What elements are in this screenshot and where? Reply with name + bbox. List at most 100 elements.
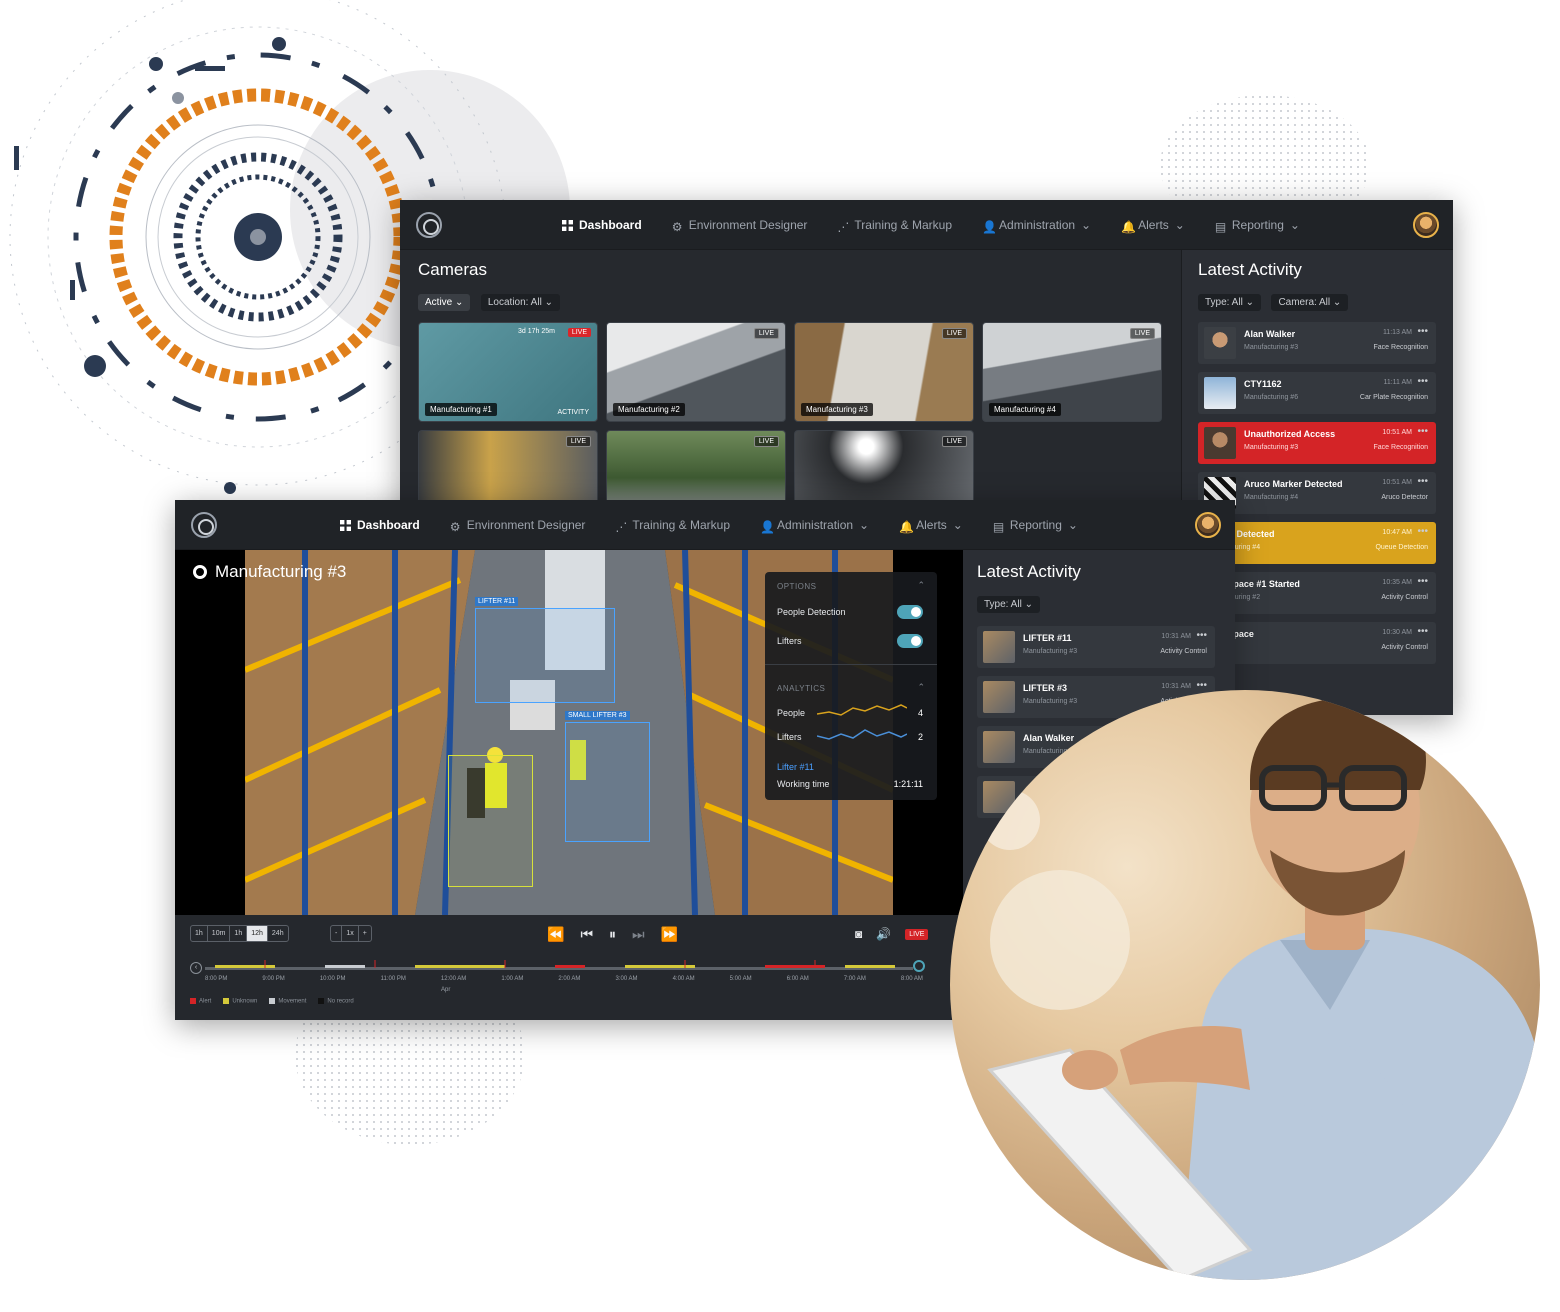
nav-environment-designer[interactable]: ⚙ Environment Designer	[450, 518, 586, 534]
live-badge: LIVE	[941, 328, 967, 339]
activity-thumbnail	[1204, 377, 1236, 409]
range-option[interactable]: 24h	[268, 926, 288, 941]
timeline-playhead[interactable]	[913, 960, 925, 972]
activity-time: 11:11 AM	[1383, 379, 1412, 386]
document-icon: ▤	[992, 519, 1005, 534]
activity-name: Alan Walker	[1023, 733, 1075, 743]
pause-icon[interactable]: ⏸	[609, 926, 616, 943]
activity-time: 10:30 AM	[1382, 629, 1412, 636]
people-detection-toggle[interactable]	[897, 605, 923, 619]
more-icon[interactable]: •••	[1417, 626, 1428, 637]
speed-down-button[interactable]: -	[331, 926, 343, 941]
video-player[interactable]: Manufacturing #3 LIFTER #11 SMALL LIFTER…	[175, 550, 963, 915]
speed-up-button[interactable]: +	[359, 926, 371, 941]
volume-icon[interactable]: 🔊	[876, 927, 891, 941]
fast-forward-icon[interactable]: ⏩	[661, 926, 678, 943]
people-detection-label: People Detection	[777, 607, 846, 617]
filter-type[interactable]: Type: All ⌄	[1198, 294, 1261, 311]
more-icon[interactable]: •••	[1196, 630, 1207, 641]
detection-box[interactable]: SMALL LIFTER #3	[565, 711, 650, 842]
skip-back-icon[interactable]: ⏮	[580, 926, 593, 943]
nav-label: Administration	[777, 518, 854, 532]
lifters-toggle[interactable]	[897, 634, 923, 648]
activity-item-alert[interactable]: Unauthorized Access Manufacturing #3 10:…	[1198, 422, 1436, 464]
live-button[interactable]: LIVE	[905, 928, 929, 940]
lifters-sparkline	[817, 729, 907, 740]
camera-tile[interactable]: LIVE	[418, 430, 598, 510]
collapse-icon[interactable]: ⌃	[917, 682, 925, 693]
activity-name: CTY1162	[1244, 379, 1282, 389]
more-icon[interactable]: •••	[1417, 326, 1428, 337]
camera-tile[interactable]: 3d 17h 25m LIVE Manufacturing #1 ACTIVIT…	[418, 322, 598, 422]
filter-type[interactable]: Type: All ⌄	[977, 596, 1040, 613]
grid-icon	[340, 519, 351, 531]
filter-camera[interactable]: Camera: All ⌄	[1271, 294, 1349, 311]
more-icon[interactable]: •••	[1417, 376, 1428, 387]
chevron-down-icon: ⌄	[952, 518, 963, 532]
nav-training-markup[interactable]: ⋰ Training & Markup	[837, 218, 952, 234]
timeline-ticks: 8:00 PM 9:00 PM 10:00 PM 11:00 PM 12:00 …	[205, 976, 923, 982]
nodes-icon: ⋰	[615, 519, 628, 534]
activity-item[interactable]: CTY1162 Manufacturing #6 11:11 AM ••• Ca…	[1198, 372, 1436, 414]
nav-dashboard[interactable]: Dashboard	[562, 218, 642, 232]
nav-dashboard[interactable]: Dashboard	[340, 518, 420, 532]
camera-tile[interactable]: LIVE Manufacturing #2	[606, 322, 786, 422]
person-detection-box[interactable]	[448, 755, 533, 887]
camera-tile[interactable]: LIVE Manufacturing #4	[982, 322, 1162, 422]
user-icon: 👤	[760, 519, 775, 534]
record-indicator-icon	[193, 565, 207, 579]
legend-alert: Alert	[190, 998, 211, 1005]
nav-reporting[interactable]: ▤ Reporting ⌄	[992, 518, 1078, 534]
nav-alerts[interactable]: 🔔 Alerts ⌄	[899, 518, 963, 534]
skip-forward-icon[interactable]: ⏭	[632, 926, 645, 943]
filter-active[interactable]: Active ⌄	[418, 294, 471, 311]
nav-administration[interactable]: 👤 Administration ⌄	[760, 518, 869, 534]
range-option[interactable]: 1h	[230, 926, 248, 941]
rewind-icon[interactable]: ⏪	[547, 926, 564, 943]
more-icon[interactable]: •••	[1417, 426, 1428, 437]
app-logo[interactable]	[191, 512, 217, 538]
nav-alerts[interactable]: 🔔 Alerts ⌄	[1121, 218, 1185, 234]
camera-tile[interactable]: LIVE Manufacturing #3	[794, 322, 974, 422]
chevron-down-icon: ⌄	[1174, 218, 1185, 232]
activity-item[interactable]: Alan Walker Manufacturing #3 11:13 AM ••…	[1198, 322, 1436, 364]
activity-camera: Manufacturing #3	[1244, 444, 1299, 451]
collapse-icon[interactable]: ⌃	[917, 580, 925, 591]
camera-label: Manufacturing #3	[801, 403, 873, 416]
activity-type: Car Plate Recognition	[1359, 394, 1428, 401]
nav-label: Environment Designer	[688, 218, 808, 232]
range-option[interactable]: 10m	[208, 926, 231, 941]
more-icon[interactable]: •••	[1417, 476, 1428, 487]
camera-tile[interactable]: LIVE	[606, 430, 786, 510]
range-option[interactable]: 1h	[191, 926, 208, 941]
nav-environment-designer[interactable]: ⚙ Environment Designer	[672, 218, 808, 234]
more-icon[interactable]: •••	[1417, 526, 1428, 537]
camera-snapshot-icon[interactable]: ◙	[855, 927, 862, 941]
app-logo[interactable]	[416, 212, 442, 238]
live-badge: LIVE	[1129, 328, 1155, 339]
live-badge: LIVE	[753, 328, 779, 339]
timeline-legend: Alert Unknown Movement No record	[190, 998, 354, 1005]
people-sparkline	[817, 704, 907, 716]
nav-administration[interactable]: 👤 Administration ⌄	[982, 218, 1091, 234]
more-icon[interactable]: •••	[1417, 576, 1428, 587]
detection-box[interactable]: LIFTER #11	[475, 597, 615, 703]
camera-tile[interactable]: LIVE	[794, 430, 974, 510]
filter-location[interactable]: Location: All ⌄	[480, 294, 560, 311]
activity-item[interactable]: LIFTER #11 Manufacturing #3 10:31 AM •••…	[977, 626, 1215, 668]
timeline-back-icon[interactable]: ‹	[190, 962, 202, 974]
nav-training-markup[interactable]: ⋰ Training & Markup	[615, 518, 730, 534]
user-avatar[interactable]	[1413, 212, 1439, 238]
time-range-selector: 1h 10m 1h 12h 24h	[190, 925, 289, 942]
nav-reporting[interactable]: ▤ Reporting ⌄	[1215, 218, 1300, 234]
latest-activity-title: Latest Activity	[1198, 260, 1302, 279]
nav-label: Reporting	[1231, 218, 1284, 232]
lifter-name[interactable]: Lifter #11	[777, 762, 814, 772]
more-icon[interactable]: •••	[1196, 680, 1207, 691]
uptime-timer: 3d 17h 25m	[518, 328, 555, 335]
range-option-active[interactable]: 12h	[247, 926, 268, 941]
legend-no-record: No record	[318, 998, 354, 1005]
analytics-header: ANALYTICS	[777, 684, 826, 693]
user-avatar[interactable]	[1195, 512, 1221, 538]
lifters-label: Lifters	[777, 636, 802, 646]
